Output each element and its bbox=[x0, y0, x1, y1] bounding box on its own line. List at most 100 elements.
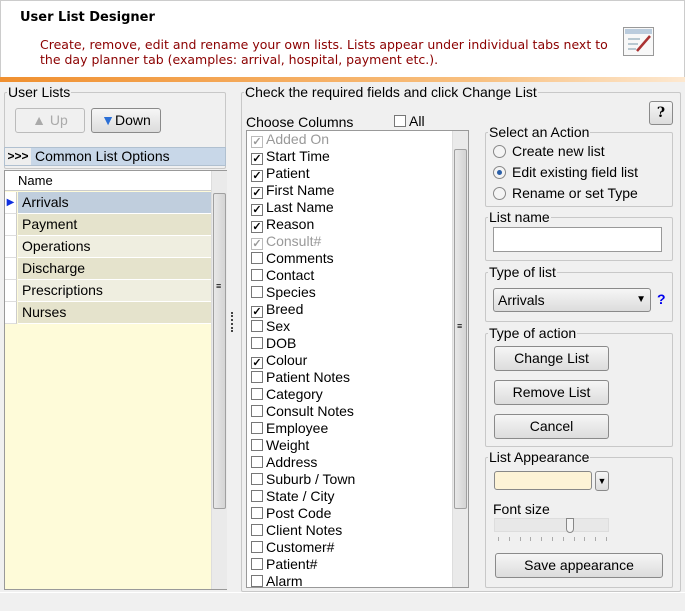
column-checkbox[interactable]: Contact bbox=[247, 267, 468, 284]
column-checkbox[interactable]: Address bbox=[247, 454, 468, 471]
remove-list-button[interactable]: Remove List bbox=[494, 380, 609, 405]
checkbox-icon[interactable] bbox=[251, 490, 263, 502]
type-of-list-select[interactable]: Arrivals ▼ bbox=[493, 288, 651, 312]
checkbox-icon[interactable] bbox=[251, 456, 263, 468]
list-row[interactable]: Nurses bbox=[18, 302, 215, 324]
column-checkbox[interactable]: ✓ Breed bbox=[247, 301, 468, 318]
common-list-options[interactable]: >>> Common List Options bbox=[4, 147, 226, 166]
checkbox-icon[interactable] bbox=[251, 252, 263, 264]
checkbox-icon[interactable] bbox=[251, 575, 263, 587]
column-checkbox[interactable]: Sex bbox=[247, 318, 468, 335]
column-checkbox[interactable]: ✓ Patient bbox=[247, 165, 468, 182]
checkbox-icon[interactable] bbox=[251, 473, 263, 485]
radio-icon[interactable] bbox=[493, 187, 506, 200]
radio-icon[interactable] bbox=[493, 166, 506, 179]
checkbox-icon[interactable] bbox=[251, 371, 263, 383]
column-checkbox[interactable]: Post Code bbox=[247, 505, 468, 522]
column-checkbox[interactable]: Species bbox=[247, 284, 468, 301]
action-radio[interactable]: Create new list bbox=[493, 143, 605, 159]
slider-tick bbox=[606, 537, 607, 541]
checkbox-icon[interactable] bbox=[251, 320, 263, 332]
checkbox-checked-icon[interactable]: ✓ bbox=[251, 204, 263, 216]
up-button[interactable]: ▲ Up bbox=[15, 108, 85, 133]
grid-scrollbar[interactable]: ≡ bbox=[211, 171, 227, 589]
save-appearance-button[interactable]: Save appearance bbox=[495, 553, 663, 578]
checkbox-icon[interactable] bbox=[251, 558, 263, 570]
column-checkbox[interactable]: State / City bbox=[247, 488, 468, 505]
list-row[interactable]: Prescriptions bbox=[18, 280, 215, 302]
column-checkbox[interactable]: Patient# bbox=[247, 556, 468, 573]
column-checkbox[interactable]: Alarm bbox=[247, 573, 468, 587]
checkbox-checked-icon[interactable]: ✓ bbox=[251, 170, 263, 182]
column-checkbox[interactable]: ✓ Consult# bbox=[247, 233, 468, 250]
checkbox-icon[interactable] bbox=[251, 388, 263, 400]
radio-icon[interactable] bbox=[493, 145, 506, 158]
chevron-down-icon: ▼ bbox=[597, 476, 607, 486]
checkbox-icon[interactable] bbox=[251, 337, 263, 349]
list-row[interactable]: Arrivals bbox=[18, 192, 215, 214]
checkbox-icon[interactable] bbox=[251, 422, 263, 434]
column-checkbox[interactable]: Patient Notes bbox=[247, 369, 468, 386]
column-header-name[interactable]: Name bbox=[18, 173, 53, 188]
checklist-scrollbar[interactable]: ≡ bbox=[452, 131, 468, 587]
column-checkbox[interactable]: Client Notes bbox=[247, 522, 468, 539]
column-checkbox[interactable]: ✓ Added On bbox=[247, 131, 468, 148]
column-checkbox[interactable]: Category bbox=[247, 386, 468, 403]
action-radio[interactable]: Edit existing field list bbox=[493, 164, 638, 180]
color-swatch[interactable] bbox=[494, 471, 592, 490]
column-checkbox[interactable]: ✓ Last Name bbox=[247, 199, 468, 216]
checkbox-checked-icon[interactable]: ✓ bbox=[251, 187, 263, 199]
checkbox-icon[interactable] bbox=[251, 524, 263, 536]
column-checkbox[interactable]: ✓ Reason bbox=[247, 216, 468, 233]
row-selector-arrow-icon[interactable]: ▶ bbox=[5, 192, 17, 214]
row-selector[interactable] bbox=[5, 280, 17, 302]
checkbox-checked-icon[interactable]: ✓ bbox=[251, 221, 263, 233]
list-name-input[interactable] bbox=[493, 227, 662, 252]
down-button[interactable]: ▼Down bbox=[91, 108, 161, 133]
splitter-handle[interactable] bbox=[231, 312, 235, 332]
column-checkbox[interactable]: DOB bbox=[247, 335, 468, 352]
column-label: Colour bbox=[266, 352, 308, 368]
row-selector[interactable] bbox=[5, 258, 17, 280]
checkbox-checked-icon[interactable]: ✓ bbox=[251, 153, 263, 165]
help-button[interactable]: ? bbox=[649, 101, 673, 125]
checkbox-checked-icon[interactable]: ✓ bbox=[251, 357, 263, 369]
checkbox-checked-icon[interactable]: ✓ bbox=[251, 136, 263, 148]
all-checkbox[interactable]: All bbox=[394, 113, 425, 129]
checkbox-checked-icon[interactable]: ✓ bbox=[251, 306, 263, 318]
list-row-label: Discharge bbox=[22, 260, 86, 276]
common-list-options-label: Common List Options bbox=[35, 148, 170, 164]
list-row[interactable]: Discharge bbox=[18, 258, 215, 280]
column-checkbox[interactable]: Employee bbox=[247, 420, 468, 437]
type-help-link[interactable]: ? bbox=[657, 291, 666, 307]
column-checkbox[interactable]: Weight bbox=[247, 437, 468, 454]
list-row[interactable]: Payment bbox=[18, 214, 215, 236]
checkbox-icon[interactable] bbox=[251, 439, 263, 451]
column-checkbox[interactable]: Customer# bbox=[247, 539, 468, 556]
checkbox-icon[interactable] bbox=[251, 541, 263, 553]
change-list-button[interactable]: Change List bbox=[494, 346, 609, 371]
checkbox-icon[interactable] bbox=[251, 507, 263, 519]
list-row[interactable]: Operations bbox=[18, 236, 215, 258]
checkbox-checked-icon[interactable]: ✓ bbox=[251, 238, 263, 250]
type-of-list-value: Arrivals bbox=[498, 292, 545, 308]
row-selector[interactable] bbox=[5, 236, 17, 258]
column-checkbox[interactable]: ✓ Start Time bbox=[247, 148, 468, 165]
column-checkbox[interactable]: Suburb / Town bbox=[247, 471, 468, 488]
slider-thumb[interactable] bbox=[565, 518, 574, 533]
checkbox-icon[interactable] bbox=[251, 405, 263, 417]
column-checkbox[interactable]: ✓ Colour bbox=[247, 352, 468, 369]
color-dropdown-button[interactable]: ▼ bbox=[595, 471, 609, 491]
row-selector[interactable] bbox=[5, 214, 17, 236]
checkbox-icon[interactable] bbox=[251, 269, 263, 281]
column-checkbox[interactable]: ✓ First Name bbox=[247, 182, 468, 199]
column-checkbox[interactable]: Consult Notes bbox=[247, 403, 468, 420]
action-radio[interactable]: Rename or set Type bbox=[493, 185, 638, 201]
select-action-label: Select an Action bbox=[489, 124, 590, 140]
cancel-button[interactable]: Cancel bbox=[494, 414, 609, 439]
font-size-slider[interactable] bbox=[494, 518, 609, 533]
row-selector[interactable] bbox=[5, 302, 17, 324]
column-checkbox[interactable]: Comments bbox=[247, 250, 468, 267]
slider-tick bbox=[584, 537, 586, 541]
checkbox-icon[interactable] bbox=[251, 286, 263, 298]
